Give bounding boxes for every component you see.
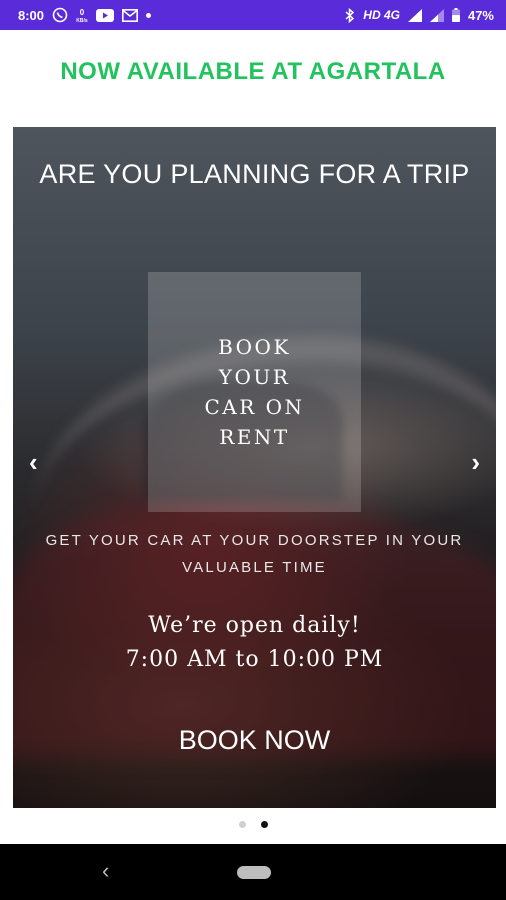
bluetooth-icon [345,7,355,23]
back-icon[interactable]: ‹ [102,858,109,884]
battery-percent: 47% [467,7,494,23]
book-car-line-1: BOOK [218,335,291,359]
opening-hours: We’re open daily! 7:00 AM to 10:00 PM [13,609,496,677]
gmail-icon [122,8,139,22]
slide-subtitle: GET YOUR CAR AT YOUR DOORSTEP IN YOUR VA… [45,532,464,576]
svg-text:0: 0 [80,8,85,17]
status-time: 8:00 [18,7,45,23]
book-car-line-3: CAR ON [204,395,305,419]
battery-icon [451,8,460,22]
whatsapp-icon [52,7,68,23]
book-car-line-2: YOUR [218,365,291,389]
status-bar-right: HD 4G 47% [345,7,494,23]
pager-dot[interactable] [238,821,246,828]
status-bar: 8:00 0 KB/s HD 4G 47% [0,0,506,30]
home-pill-icon[interactable] [237,866,271,879]
slide-title: ARE YOU PLANNING FOR A TRIP [39,159,470,189]
signal-2-icon [429,8,444,22]
youtube-icon [96,8,115,22]
hours-line-1: We’re open daily! [148,613,361,638]
status-bar-left: 8:00 0 KB/s [18,7,152,23]
chevron-right-icon[interactable]: › [471,447,480,478]
hours-line-2: 7:00 AM to 10:00 PM [125,647,384,672]
signal-icon [407,8,422,22]
notification-dot-icon [146,12,152,18]
promo-carousel[interactable]: ARE YOU PLANNING FOR A TRIP BOOK YOUR CA… [13,127,496,808]
pager-dot-active[interactable] [260,821,268,828]
network-type: HD 4G [363,8,400,22]
system-nav-bar: ‹ [0,844,506,900]
book-car-text: BOOK YOUR CAR ON RENT [180,332,330,452]
book-now-button[interactable]: BOOK NOW [13,725,496,756]
book-car-box: BOOK YOUR CAR ON RENT [148,272,361,512]
book-car-line-4: RENT [219,425,290,449]
chevron-left-icon[interactable]: ‹ [29,447,38,478]
availability-headline: NOW AVAILABLE AT AGARTALA [60,58,446,85]
carousel-pager [0,821,506,828]
data-speed-icon: 0 KB/s [76,7,88,23]
svg-text:KB/s: KB/s [76,18,88,23]
